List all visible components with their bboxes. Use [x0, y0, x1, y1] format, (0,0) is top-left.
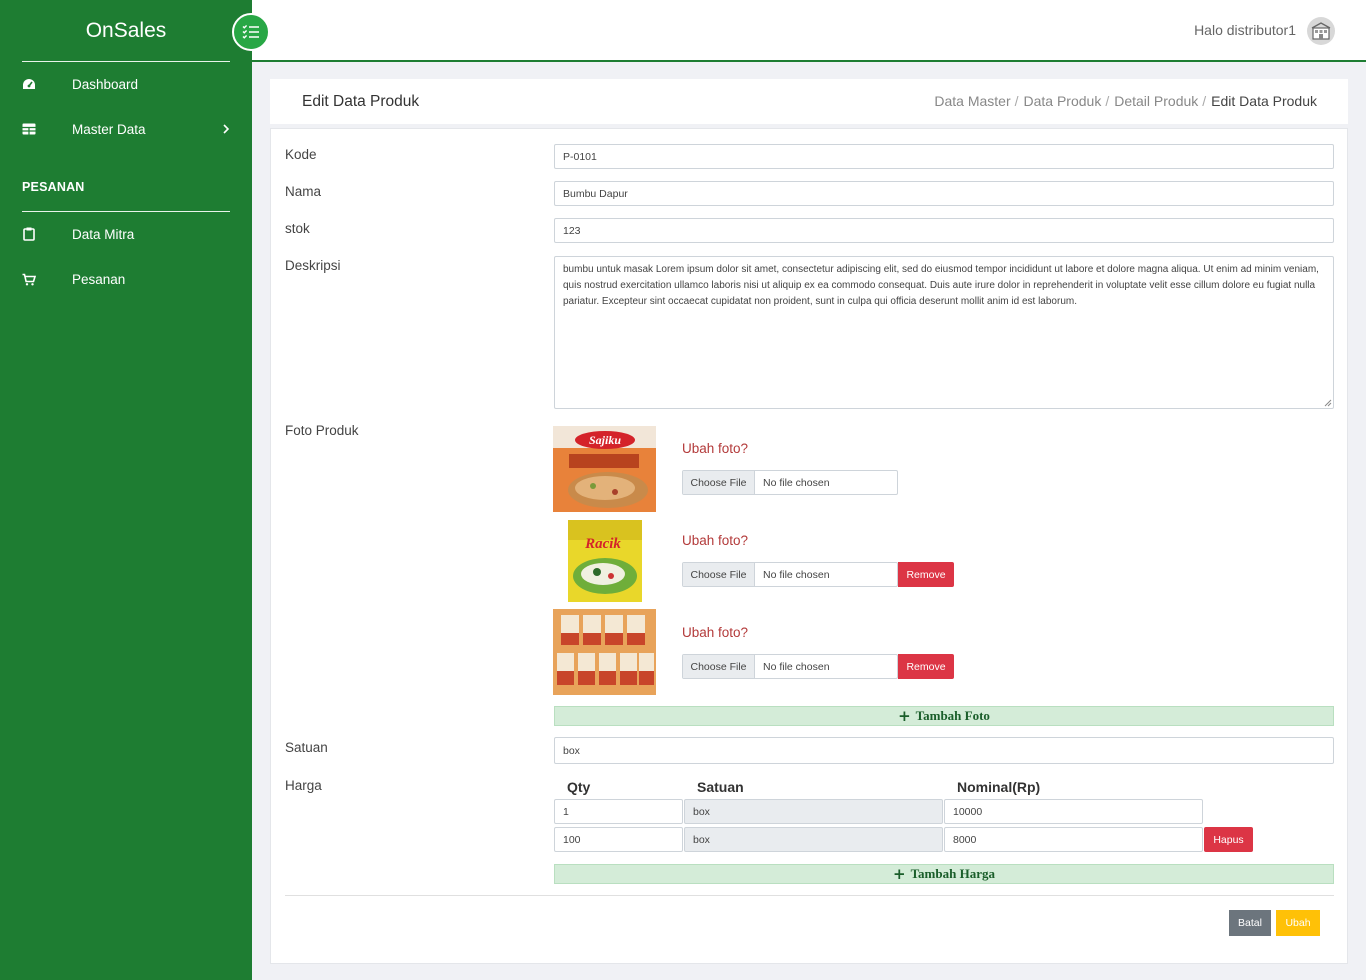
sidebar-item-master-data[interactable]: Master Data	[0, 109, 252, 149]
plus-icon: +	[898, 707, 911, 725]
breadcrumb-item[interactable]: Data Produk	[1024, 93, 1102, 109]
sidebar: OnSales Dashboard Master Data PESANAN Da…	[0, 0, 252, 980]
nominal-input[interactable]: 10000	[944, 799, 1203, 824]
file-input-3[interactable]: Choose File No file chosen	[682, 654, 898, 679]
qty-column-header: Qty	[567, 779, 591, 795]
form-divider	[285, 895, 1334, 896]
file-status-text: No file chosen	[763, 660, 830, 673]
add-photo-button[interactable]: + Tambah Foto	[554, 706, 1334, 726]
add-price-label: Tambah Harga	[910, 866, 995, 881]
nama-input[interactable]: Bumbu Dapur	[554, 181, 1334, 206]
plus-icon: +	[893, 865, 906, 883]
photo-brand-text: Racik	[584, 536, 621, 552]
foto-produk-label: Foto Produk	[285, 423, 359, 438]
remove-photo-button[interactable]: Remove	[898, 654, 954, 679]
table-icon	[22, 122, 36, 136]
deskripsi-text: bumbu untuk masak Lorem ipsum dolor sit …	[563, 264, 1319, 307]
user-greeting[interactable]: Halo distributor1	[1194, 22, 1296, 38]
page-header: Edit Data Produk Data Master / Data Produ…	[270, 79, 1348, 124]
choose-file-button[interactable]: Choose File	[683, 471, 755, 494]
delete-price-button[interactable]: Hapus	[1204, 827, 1253, 852]
satuan-input[interactable]: box	[554, 737, 1334, 764]
file-status-text: No file chosen	[763, 476, 830, 489]
satuan-label: Satuan	[285, 740, 328, 755]
deskripsi-textarea[interactable]: bumbu untuk masak Lorem ipsum dolor sit …	[554, 256, 1334, 409]
satuan-readonly: box	[684, 799, 943, 824]
nama-label: Nama	[285, 184, 322, 199]
deskripsi-label: Deskripsi	[285, 258, 341, 273]
breadcrumb: Data Master / Data Produk / Detail Produk /…	[934, 93, 1317, 109]
cancel-button[interactable]: Batal	[1229, 910, 1271, 936]
breadcrumb-item[interactable]: Detail Produk	[1114, 93, 1198, 109]
brand-logo[interactable]: OnSales	[22, 0, 230, 62]
photo-brand-text: Sajiku	[589, 433, 621, 447]
file-input-1[interactable]: Choose File No file chosen	[682, 470, 898, 495]
sidebar-item-data-mitra[interactable]: Data Mitra	[0, 214, 252, 254]
stok-label: stok	[285, 221, 310, 236]
choose-file-button[interactable]: Choose File	[683, 655, 755, 678]
chevron-right-icon	[222, 121, 230, 137]
change-photo-label: Ubah foto?	[682, 533, 749, 548]
choose-file-button[interactable]: Choose File	[683, 563, 755, 586]
satuan-column-header: Satuan	[697, 779, 744, 795]
cart-icon	[22, 272, 36, 286]
qty-input[interactable]: 100	[554, 827, 683, 852]
change-photo-label: Ubah foto?	[682, 441, 749, 456]
sidebar-item-label: Pesanan	[72, 271, 126, 287]
file-input-2[interactable]: Choose File No file chosen	[682, 562, 898, 587]
product-photo-1: Sajiku	[553, 426, 656, 512]
resize-grip-icon[interactable]	[1324, 399, 1332, 407]
nominal-column-header: Nominal(Rp)	[957, 779, 1041, 795]
sidebar-section-title: PESANAN	[22, 180, 85, 194]
topbar: Halo distributor1	[252, 0, 1366, 62]
store-icon	[1311, 22, 1331, 40]
harga-label: Harga	[285, 778, 322, 793]
product-photo-2: Racik	[553, 518, 656, 604]
menu-checklist-icon	[242, 25, 259, 39]
change-photo-label: Ubah foto?	[682, 625, 749, 640]
breadcrumb-item[interactable]: Data Master	[934, 93, 1010, 109]
submit-button[interactable]: Ubah	[1276, 910, 1320, 936]
sidebar-item-label: Dashboard	[72, 76, 139, 92]
sidebar-item-label: Master Data	[72, 121, 146, 137]
dashboard-icon	[22, 77, 36, 91]
kode-input[interactable]: P-0101	[554, 144, 1334, 169]
add-price-button[interactable]: + Tambah Harga	[554, 864, 1334, 884]
sidebar-divider	[22, 211, 230, 212]
add-photo-label: Tambah Foto	[915, 708, 990, 723]
satuan-readonly: box	[684, 827, 943, 852]
avatar[interactable]	[1307, 17, 1335, 45]
qty-input[interactable]: 1	[554, 799, 683, 824]
sidebar-item-label: Data Mitra	[72, 226, 135, 242]
breadcrumb-item-active: Edit Data Produk	[1211, 93, 1317, 109]
page-title: Edit Data Produk	[302, 93, 420, 110]
remove-photo-button[interactable]: Remove	[898, 562, 954, 587]
stok-input[interactable]: 123	[554, 218, 1334, 243]
file-status-text: No file chosen	[763, 568, 830, 581]
nominal-input[interactable]: 8000	[944, 827, 1203, 852]
clipboard-icon	[22, 227, 36, 241]
sidebar-item-pesanan[interactable]: Pesanan	[0, 259, 252, 299]
sidebar-toggle-button[interactable]	[232, 13, 270, 51]
product-photo-3	[553, 609, 656, 695]
kode-label: Kode	[285, 147, 317, 162]
sidebar-item-dashboard[interactable]: Dashboard	[0, 64, 252, 104]
